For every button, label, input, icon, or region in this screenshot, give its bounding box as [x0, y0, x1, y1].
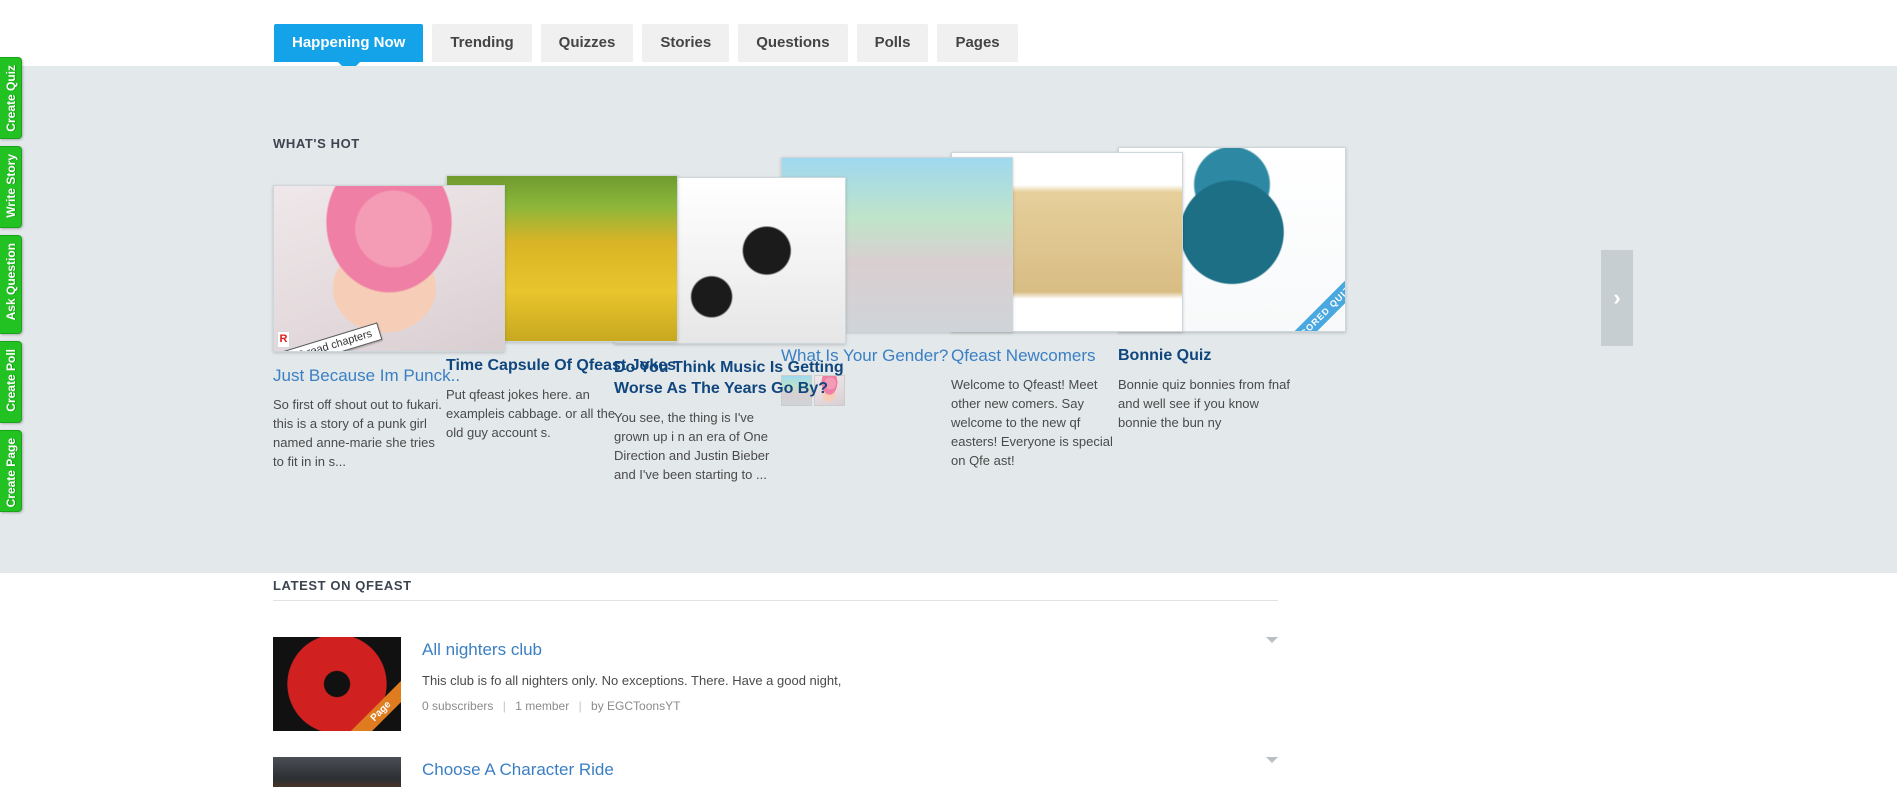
side-action-create-poll[interactable]: Create Poll — [0, 341, 22, 423]
chevron-down-icon[interactable] — [1266, 757, 1278, 763]
quiz-artwork — [273, 757, 401, 787]
side-action-ask-question[interactable]: Ask Question — [0, 235, 22, 334]
tab-happening-now[interactable]: Happening Now — [274, 24, 424, 73]
latest-feed: Page All nighters club This club is fo a… — [273, 637, 1278, 787]
primary-tabbar: Happening Now Trending Quizzes Stories Q… — [0, 0, 1897, 73]
tab-stories[interactable]: Stories — [642, 24, 730, 62]
feed-item-thumbnail[interactable] — [273, 757, 401, 787]
feed-item-meta: 0 subscribers | 1 member | by EGCToonsYT — [422, 699, 1278, 713]
feed-item-title[interactable]: Choose A Character Ride — [422, 759, 1278, 781]
feed-item-title[interactable]: All nighters club — [422, 639, 1278, 661]
tab-label: Trending — [450, 34, 514, 51]
meta-separator: | — [502, 699, 506, 713]
tab-quizzes[interactable]: Quizzes — [540, 24, 634, 62]
side-action-label: Write Story — [4, 154, 18, 218]
side-action-label: Ask Question — [4, 243, 18, 321]
tab-label: Pages — [955, 34, 1000, 51]
feed-item-description: This club is fo all nighters only. No ex… — [422, 673, 842, 688]
carousel-next-button[interactable]: › — [1601, 250, 1633, 346]
tab-list: Happening Now Trending Quizzes Stories Q… — [274, 24, 1018, 73]
tab-pages[interactable]: Pages — [937, 24, 1018, 62]
tab-polls[interactable]: Polls — [856, 24, 929, 62]
carousel-card-title[interactable]: Just Because Im Punck.. — [273, 365, 505, 386]
subscriber-count: 0 subscribers — [422, 699, 494, 713]
latest-divider — [273, 600, 1278, 601]
tab-label: Stories — [660, 34, 712, 51]
side-action-label: Create Quiz — [4, 65, 18, 132]
feed-item-thumbnail[interactable]: Page — [273, 637, 401, 731]
tab-label: Polls — [874, 34, 911, 51]
page-root: Happening Now Trending Quizzes Stories Q… — [0, 0, 1897, 787]
carousel-card-description: So first off shout out to fukari. this i… — [273, 397, 442, 469]
latest-heading: LATEST ON QFEAST — [273, 578, 412, 593]
feed-item-body: All nighters club This club is fo all ni… — [422, 637, 1278, 731]
whats-hot-carousel: R 1/6 read chapters Just Because Im Punc… — [273, 147, 1633, 482]
tab-questions[interactable]: Questions — [738, 24, 848, 62]
list-item[interactable]: Page All nighters club This club is fo a… — [273, 637, 1278, 731]
chevron-right-icon: › — [1613, 285, 1621, 310]
side-action-create-quiz[interactable]: Create Quiz — [0, 57, 22, 139]
tab-label: Questions — [756, 34, 830, 51]
tab-label: Quizzes — [558, 34, 616, 51]
side-action-label: Create Page — [4, 438, 18, 508]
carousel-card-thumbnail[interactable]: R 1/6 read chapters — [273, 185, 505, 352]
chevron-down-icon[interactable] — [1266, 637, 1278, 643]
side-action-label: Create Poll — [4, 349, 18, 412]
meta-separator: | — [578, 699, 582, 713]
carousel-card-1[interactable]: R 1/6 read chapters Just Because Im Punc… — [273, 185, 505, 471]
rating-flag-icon: R — [277, 331, 290, 348]
feed-item-author[interactable]: by EGCToonsYT — [591, 699, 680, 713]
whats-hot-heading: WHAT'S HOT — [273, 136, 360, 151]
list-item[interactable]: Choose A Character Ride — [273, 757, 1278, 787]
tab-label: Happening Now — [292, 34, 406, 51]
side-action-write-story[interactable]: Write Story — [0, 146, 22, 228]
feed-item-body: Choose A Character Ride — [422, 757, 1278, 787]
tab-trending[interactable]: Trending — [432, 24, 532, 62]
story-artwork — [274, 186, 504, 351]
member-count: 1 member — [515, 699, 570, 713]
side-action-rail: Create Quiz Write Story Ask Question Cre… — [0, 0, 26, 787]
side-action-create-page[interactable]: Create Page — [0, 430, 22, 512]
